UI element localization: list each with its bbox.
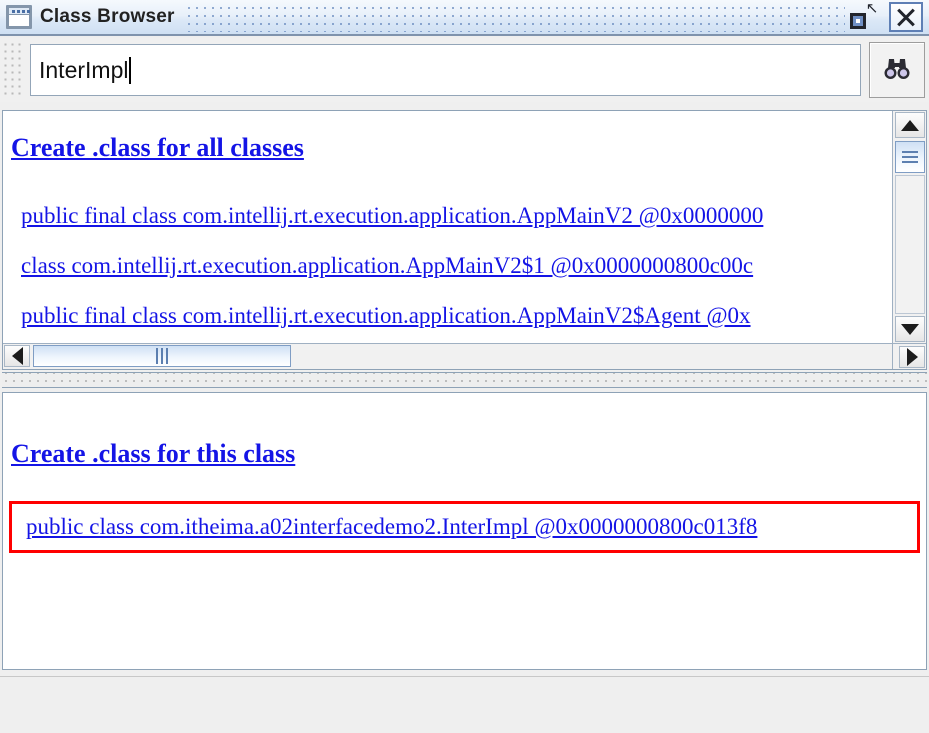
vertical-scrollbar[interactable] [892, 111, 926, 343]
chevron-down-icon [901, 323, 919, 335]
scroll-left-button[interactable] [4, 345, 30, 367]
scroll-up-button[interactable] [895, 112, 925, 138]
list-item: public final class com.intellij.rt.execu… [3, 303, 892, 343]
horizontal-scroll-thumb[interactable] [33, 345, 291, 367]
search-toolbar: InterImpl [0, 38, 929, 102]
search-button[interactable] [869, 42, 925, 98]
vertical-scroll-track[interactable] [895, 175, 925, 314]
search-input[interactable]: InterImpl [30, 44, 861, 96]
restore-icon [850, 13, 866, 29]
all-classes-panel: Create .class for all classes public fin… [2, 110, 927, 370]
window-frame-icon [6, 5, 32, 29]
window-title: Class Browser [40, 6, 175, 27]
close-window-button[interactable] [889, 2, 923, 32]
window-controls: ↖ [845, 0, 929, 32]
selected-class-link[interactable]: public class com.itheima.a02interfacedem… [12, 514, 757, 540]
horizontal-scrollbar[interactable] [3, 343, 892, 369]
this-class-panel: Create .class for this class public clas… [2, 392, 927, 670]
vertical-scroll-thumb[interactable] [895, 141, 925, 173]
class-link-appmainv2[interactable]: public final class com.intellij.rt.execu… [3, 203, 763, 229]
chevron-up-icon [901, 119, 919, 131]
titlebar-texture [184, 2, 845, 32]
class-browser-window: Class Browser ↖ InterImpl Create .class … [0, 0, 929, 733]
scroll-down-button[interactable] [895, 316, 925, 342]
class-link-appmainv2-1[interactable]: class com.intellij.rt.execution.applicat… [3, 253, 753, 279]
toolbar-drag-handle[interactable] [2, 41, 24, 99]
list-item: class com.intellij.rt.execution.applicat… [3, 253, 892, 303]
all-classes-list: Create .class for all classes public fin… [3, 111, 892, 343]
chevron-left-icon [11, 347, 23, 365]
list-item: public final class com.intellij.rt.execu… [3, 203, 892, 253]
selected-class-highlight: public class com.itheima.a02interfacedem… [9, 501, 920, 553]
create-class-all-link[interactable]: Create .class for all classes [3, 133, 304, 163]
chevron-right-icon [906, 348, 918, 366]
all-classes-viewport: Create .class for all classes public fin… [3, 111, 892, 343]
binoculars-icon [884, 59, 910, 79]
restore-window-button[interactable]: ↖ [845, 0, 883, 32]
search-input-value: InterImpl [39, 56, 129, 83]
text-caret [129, 56, 132, 84]
scroll-right-button[interactable] [899, 346, 925, 368]
this-class-heading-row: Create .class for this class [3, 393, 926, 469]
all-classes-heading-row: Create .class for all classes [3, 133, 892, 183]
restore-arrow-icon: ↖ [865, 0, 879, 17]
class-link-appmainv2-agent[interactable]: public final class com.intellij.rt.execu… [3, 303, 751, 329]
status-area [0, 676, 929, 733]
create-class-this-link[interactable]: Create .class for this class [11, 439, 295, 469]
title-bar: Class Browser ↖ [0, 0, 929, 36]
split-pane-divider[interactable] [2, 372, 927, 388]
